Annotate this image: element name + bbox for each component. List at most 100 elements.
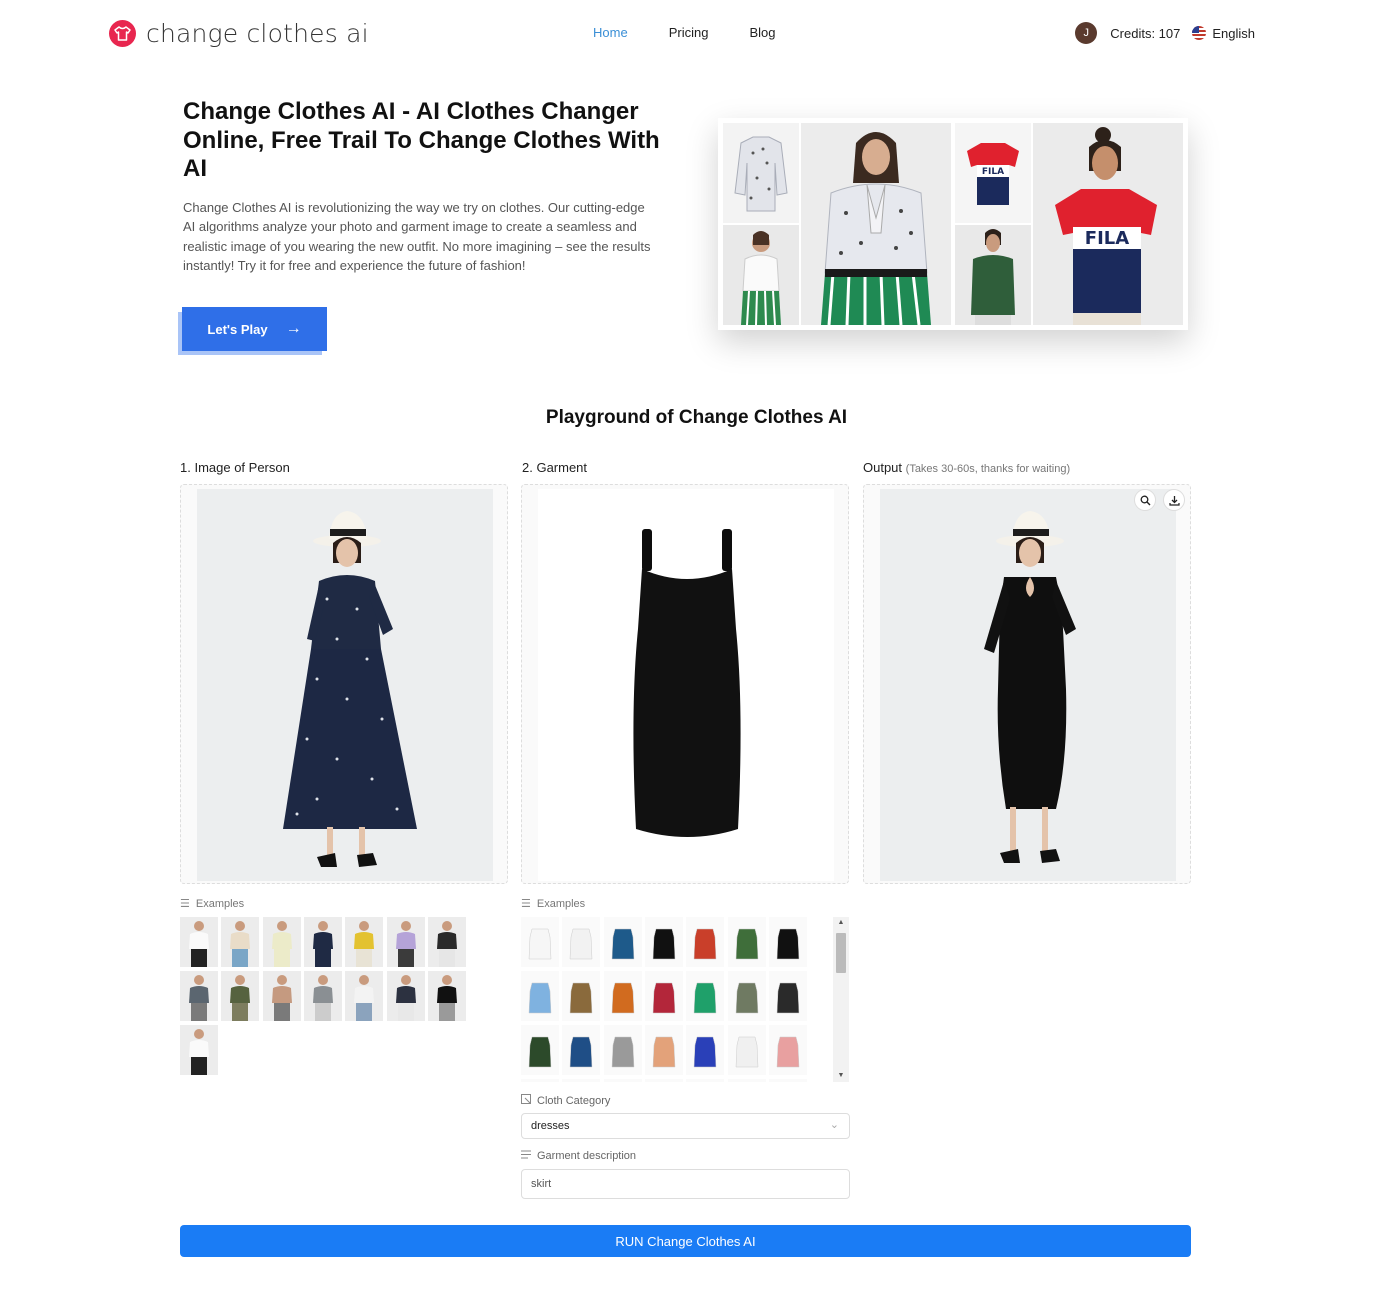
- person-example-thumb[interactable]: [427, 917, 466, 967]
- garment-description-value: skirt: [531, 1178, 552, 1190]
- cloth-category-text: Cloth Category: [537, 1094, 611, 1107]
- chevron-down-icon: ⌄: [829, 1119, 839, 1131]
- person-example-thumb[interactable]: [180, 1025, 218, 1075]
- lets-play-button[interactable]: Let's Play →: [182, 307, 327, 351]
- text-lines-icon: [521, 1150, 531, 1162]
- garment-example-thumb[interactable]: [521, 917, 559, 967]
- cloth-category-value: dresses: [531, 1120, 570, 1132]
- garment-example-thumb[interactable]: [686, 917, 725, 967]
- garment-example-thumb[interactable]: [768, 917, 807, 967]
- person-example-thumb[interactable]: [303, 917, 342, 967]
- credits-count: Credits: 107: [1110, 25, 1181, 41]
- garment-label: 2. Garment: [522, 460, 588, 475]
- person-example-thumb[interactable]: [221, 917, 260, 967]
- person-example-thumb[interactable]: [345, 971, 384, 1021]
- garment-example-thumb[interactable]: [686, 1079, 725, 1082]
- showcase-model-blouse: [801, 123, 951, 325]
- person-image-dropzone[interactable]: [180, 484, 508, 884]
- brand-name: change clothes ai: [146, 19, 369, 48]
- showcase-model-white-top: [723, 225, 799, 325]
- list-icon: ☰: [180, 898, 190, 910]
- person-example-thumb[interactable]: [262, 971, 301, 1021]
- download-icon[interactable]: [1163, 489, 1185, 511]
- garment-example-thumb[interactable]: [562, 1079, 601, 1082]
- output-label: Output: [863, 460, 903, 475]
- garment-description-text: Garment description: [537, 1150, 637, 1162]
- person-example-thumb[interactable]: [386, 917, 425, 967]
- garment-example-thumb[interactable]: [603, 917, 642, 967]
- nav-pricing[interactable]: Pricing: [669, 25, 709, 40]
- garment-example-thumb[interactable]: [727, 917, 766, 967]
- avatar[interactable]: J: [1075, 22, 1098, 44]
- garment-example-thumb[interactable]: [768, 1025, 807, 1075]
- scrollbar-thumb[interactable]: [836, 933, 846, 973]
- nav-blog[interactable]: Blog: [749, 25, 775, 40]
- header: change clothes ai Home Pricing Blog J Cr…: [0, 0, 1393, 68]
- garment-example-thumb[interactable]: [521, 971, 559, 1021]
- cloth-category-select[interactable]: dresses ⌄: [521, 1113, 850, 1139]
- person-image: [197, 489, 493, 881]
- zoom-icon[interactable]: [1134, 489, 1156, 511]
- lets-play-wrapper: Let's Play →: [178, 307, 327, 355]
- person-example-thumb[interactable]: [427, 971, 466, 1021]
- garment-example-thumb[interactable]: [644, 1025, 683, 1075]
- garment-example-thumb[interactable]: [521, 1025, 559, 1075]
- showcase-blouse-garment: [723, 123, 799, 223]
- showcase-fila-tshirt-garment: FILA: [955, 123, 1031, 223]
- showcase-model-fila: FILA: [1033, 123, 1183, 325]
- us-flag-icon: [1192, 26, 1207, 40]
- showcase-model-green-sweater: [955, 225, 1031, 325]
- garment-example-thumb[interactable]: [562, 1025, 601, 1075]
- garment-example-thumb[interactable]: [727, 1025, 766, 1075]
- scroll-up-icon[interactable]: ▲: [833, 917, 849, 929]
- examples-scrollbar[interactable]: ▲ ▼: [833, 917, 849, 1082]
- main-nav: Home Pricing Blog: [593, 25, 816, 40]
- svg-text:FILA: FILA: [982, 167, 1004, 177]
- person-examples-label: ☰ Examples: [180, 897, 244, 911]
- garment-example-thumb[interactable]: [644, 971, 683, 1021]
- garment-example-thumb[interactable]: [521, 1079, 559, 1082]
- tshirt-logo-icon: [109, 20, 136, 47]
- garment-example-thumb[interactable]: [727, 971, 766, 1021]
- cloth-category-label: Cloth Category: [521, 1094, 610, 1107]
- run-button-label: RUN Change Clothes AI: [615, 1233, 756, 1249]
- garment-examples-grid: [521, 917, 831, 1082]
- garment-example-thumb[interactable]: [562, 971, 601, 1021]
- logo[interactable]: change clothes ai: [109, 19, 369, 48]
- output-note: (Takes 30-60s, thanks for waiting): [905, 463, 1071, 475]
- hero-showcase-image: FILA FILA: [718, 118, 1188, 330]
- garment-example-thumb[interactable]: [686, 971, 725, 1021]
- lets-play-label: Let's Play: [207, 321, 268, 337]
- garment-example-thumb[interactable]: [603, 1025, 642, 1075]
- garment-example-thumb[interactable]: [768, 971, 807, 1021]
- nav-home[interactable]: Home: [593, 25, 628, 40]
- language-selector[interactable]: English: [1212, 26, 1255, 41]
- person-example-thumb[interactable]: [345, 917, 384, 967]
- output-image-panel: [863, 484, 1191, 884]
- garment-example-thumb[interactable]: [603, 1079, 642, 1082]
- garment-example-thumb[interactable]: [727, 1079, 766, 1082]
- person-example-thumb[interactable]: [180, 971, 218, 1021]
- examples-text: Examples: [536, 897, 586, 910]
- person-example-thumb[interactable]: [180, 917, 218, 967]
- category-icon: [521, 1094, 531, 1107]
- garment-image-dropzone[interactable]: [521, 484, 849, 884]
- garment-example-thumb[interactable]: [768, 1079, 807, 1082]
- person-example-thumb[interactable]: [303, 971, 342, 1021]
- garment-example-thumb[interactable]: [644, 1079, 683, 1082]
- output-label-group: Output (Takes 30-60s, thanks for waiting…: [863, 460, 1070, 475]
- scroll-down-icon[interactable]: ▼: [833, 1070, 849, 1082]
- garment-example-thumb[interactable]: [562, 917, 601, 967]
- person-example-thumb[interactable]: [262, 917, 301, 967]
- run-button[interactable]: RUN Change Clothes AI: [180, 1225, 1191, 1257]
- person-example-thumb[interactable]: [386, 971, 425, 1021]
- hero-description: Change Clothes AI is revolutionizing the…: [183, 200, 651, 273]
- garment-image: [538, 489, 834, 881]
- garment-example-thumb[interactable]: [603, 971, 642, 1021]
- garment-example-thumb[interactable]: [686, 1025, 725, 1075]
- garment-description-input[interactable]: skirt: [521, 1169, 850, 1199]
- garment-example-thumb[interactable]: [644, 917, 683, 967]
- list-icon: ☰: [521, 898, 531, 910]
- person-example-thumb[interactable]: [221, 971, 260, 1021]
- garment-examples-label: ☰ Examples: [521, 897, 586, 911]
